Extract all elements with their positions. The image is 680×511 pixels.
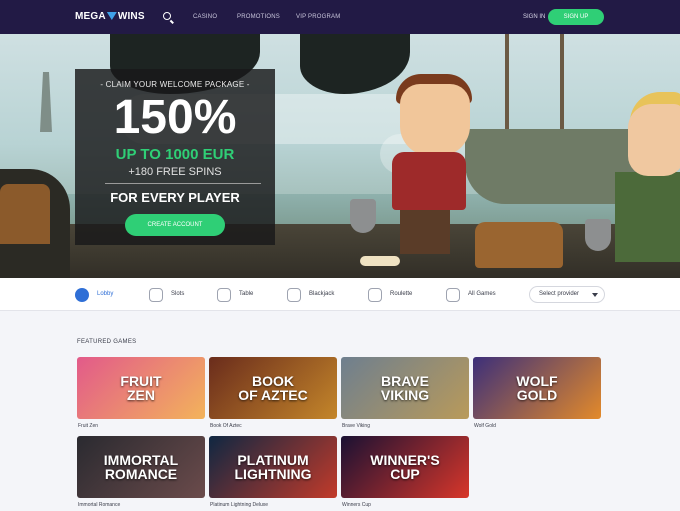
game-thumbnail[interactable]: WINNER'S CUP [341,436,469,498]
chevron-down-icon [592,293,598,297]
game-thumbnail[interactable]: IMMORTAL ROMANCE [77,436,205,498]
elf-character [628,104,680,176]
logo-text-mega: MEGA [75,11,106,22]
slots-icon [149,288,163,302]
game-name[interactable]: Brave Viking [342,423,370,429]
game-thumbnail[interactable]: FRUIT ZEN [77,357,205,419]
category-bar: Lobby Slots Table Blackjack Roulette All… [0,278,680,311]
category-label: All Games [468,291,496,297]
game-thumbnail-title: BOOK OF AZTEC [238,373,308,403]
roulette-icon [368,288,382,302]
section-title: FEATURED GAMES [77,339,137,345]
game-thumbnail-title: WOLF GOLD [516,373,558,403]
chess-pawn-icon [217,288,231,302]
game-thumbnail[interactable]: BRAVE VIKING [341,357,469,419]
promo-card: - CLAIM YOUR WELCOME PACKAGE - 150% UP T… [75,69,275,245]
sign-up-button[interactable]: SIGN UP [548,9,604,25]
hero-banner: - CLAIM YOUR WELCOME PACKAGE - 150% UP T… [0,34,680,278]
cards-icon [287,288,301,302]
search-icon[interactable] [163,12,171,20]
logo-text-wins: WINS [117,11,145,22]
pirate-character [400,84,470,156]
logo[interactable]: MEGA WINS [75,11,145,22]
promo-amount: UP TO 1000 EUR [115,146,235,163]
promo-pretitle: - CLAIM YOUR WELCOME PACKAGE - [100,80,250,89]
promo-audience: FOR EVERY PLAYER [110,190,240,205]
game-thumbnail-title: FRUIT ZEN [120,373,162,403]
category-label: Slots [171,291,185,297]
provider-select-value: Select provider [539,291,580,297]
game-thumbnail[interactable]: WOLF GOLD [473,357,601,419]
promo-free-spins: +180 FREE SPINS [128,166,222,178]
game-thumbnail-title: PLATINUM LIGHTNING [234,452,312,482]
provider-select[interactable]: Select provider [529,286,605,303]
game-thumbnail[interactable]: PLATINUM LIGHTNING [209,436,337,498]
gamepad-icon [75,288,89,302]
game-name[interactable]: Platinum Lightning Deluxe [210,502,268,508]
game-name[interactable]: Wolf Gold [474,423,496,429]
promo-percent: 150% [113,91,237,144]
map-scroll-illustration [360,256,400,266]
category-label: Lobby [97,291,114,297]
divider [105,183,261,184]
grid-icon [446,288,460,302]
shovel-illustration [585,219,611,251]
logo-triangle-icon [106,12,117,20]
game-name[interactable]: Fruit Zen [78,423,98,429]
treasure-chest-illustration [0,184,50,244]
game-thumbnail-title: IMMORTAL ROMANCE [103,452,179,482]
treasure-chest-illustration [475,222,563,268]
category-label: Blackjack [309,291,335,297]
game-thumbnail-title: WINNER'S CUP [370,452,440,482]
sign-in-link[interactable]: SIGN IN [523,14,545,20]
category-label: Table [239,291,254,297]
pirate-character [400,210,450,254]
lighthouse-illustration [40,72,52,132]
category-label: Roulette [390,291,413,297]
game-name[interactable]: Immortal Romance [78,502,120,508]
top-nav: MEGA WINS CASINO PROMOTIONS VIP PROGRAM S… [0,0,680,34]
palm-leaves [300,34,410,94]
pirate-character [392,152,466,210]
shovel-illustration [350,199,376,233]
nav-promotions[interactable]: PROMOTIONS [237,14,280,20]
create-account-button[interactable]: CREATE ACCOUNT [125,214,225,236]
game-thumbnail-title: BRAVE VIKING [380,373,430,403]
elf-character [615,172,680,262]
game-name[interactable]: Winners Cup [342,502,371,508]
nav-casino[interactable]: CASINO [193,14,217,20]
nav-vip-program[interactable]: VIP PROGRAM [296,14,340,20]
game-thumbnail[interactable]: BOOK OF AZTEC [209,357,337,419]
game-name[interactable]: Book Of Aztec [210,423,242,429]
